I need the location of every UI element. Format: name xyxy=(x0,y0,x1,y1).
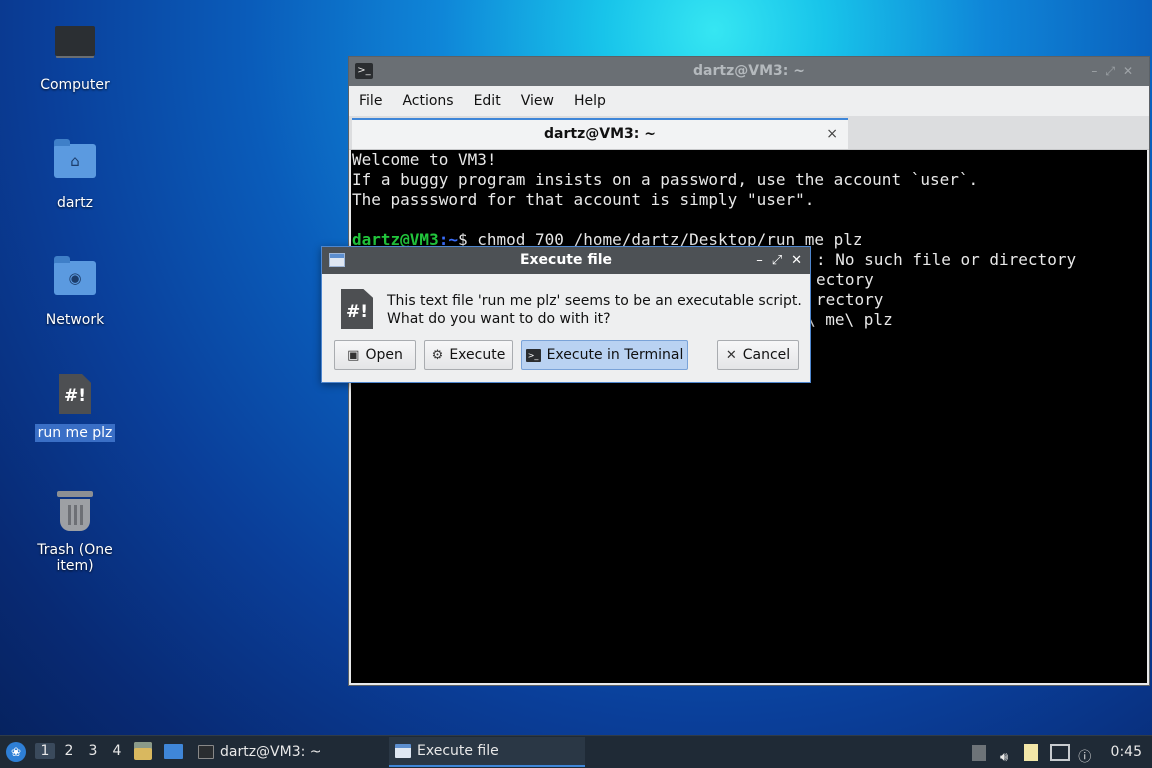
volume-icon[interactable]: 🔊︎ xyxy=(1000,750,1008,765)
terminal-titlebar[interactable]: >_ dartz@VM3: ~ –⤢✕ xyxy=(349,57,1149,86)
dialog-message: This text file 'run me plz' seems to be … xyxy=(387,292,802,328)
terminal-icon: >_ xyxy=(525,348,541,362)
window-title: dartz@VM3: ~ xyxy=(693,63,805,79)
menu-view[interactable]: View xyxy=(521,93,554,109)
desktop-icon-label: Network xyxy=(45,312,105,328)
taskbar: ❀ 1 2 3 4 dartz@VM3: ~ Execute file 🔊︎ ⓘ … xyxy=(0,735,1152,768)
menubar: File Actions Edit View Help xyxy=(349,86,1149,116)
open-button[interactable]: ▣ Open xyxy=(334,340,416,370)
desktop-icon-label: Computer xyxy=(40,77,110,93)
close-icon[interactable]: ✕ xyxy=(1123,64,1141,78)
workspace-1[interactable]: 1 xyxy=(35,743,55,759)
terminal-icon xyxy=(198,745,214,759)
terminal-line: The passsword for that account is simply… xyxy=(352,190,815,209)
dialog-message-line: What do you want to do with it? xyxy=(387,311,611,327)
desktop-icon-label: Trash (One item) xyxy=(37,542,113,574)
menu-actions[interactable]: Actions xyxy=(402,93,453,109)
task-label: dartz@VM3: ~ xyxy=(220,744,322,760)
network-icon[interactable] xyxy=(1050,744,1071,761)
clock[interactable]: 0:45 xyxy=(1111,744,1142,760)
terminal-tab[interactable]: dartz@VM3: ~ × xyxy=(352,118,848,149)
system-tray: 🔊︎ ⓘ xyxy=(972,744,1091,765)
menu-edit[interactable]: Edit xyxy=(474,93,501,109)
workspace-3[interactable]: 3 xyxy=(83,743,103,759)
tab-title: dartz@VM3: ~ xyxy=(544,126,656,142)
home-folder-icon: ⌂ xyxy=(53,139,97,188)
dialog-message-line: This text file 'run me plz' seems to be … xyxy=(387,293,802,309)
desktop-icon-dartz[interactable]: ⌂ dartz xyxy=(15,138,135,212)
dialog-title: Execute file xyxy=(519,252,613,268)
open-icon: ▣ xyxy=(347,347,360,363)
execute-file-dialog: Execute file – ⤢ ✕ #! This text file 'run … xyxy=(321,246,811,383)
execute-in-terminal-button[interactable]: >_ Execute in Terminal xyxy=(521,340,688,370)
minimize-icon[interactable]: – xyxy=(1091,64,1105,78)
clipboard-icon[interactable] xyxy=(1024,744,1039,761)
gears-icon: ⚙ xyxy=(431,347,444,363)
script-file-icon: #! xyxy=(53,374,97,418)
cancel-button[interactable]: ✕ Cancel xyxy=(717,340,799,370)
terminal-output[interactable]: Welcome to VM3! If a buggy program insist… xyxy=(351,150,1147,683)
tray-arrow-icon[interactable] xyxy=(972,745,986,761)
tab-close-icon[interactable]: × xyxy=(826,120,838,148)
task-terminal[interactable]: dartz@VM3: ~ xyxy=(192,737,382,767)
window-icon xyxy=(395,744,411,758)
desktop-icon-label: run me plz xyxy=(34,424,116,442)
task-execute-file[interactable]: Execute file xyxy=(389,737,585,767)
terminal-line: Welcome to VM3! xyxy=(352,150,497,169)
computer-icon xyxy=(53,26,97,70)
desktop-icon-run-me-plz[interactable]: #! run me plz xyxy=(15,372,135,442)
notification-icon[interactable]: ⓘ xyxy=(1078,750,1091,765)
close-icon[interactable]: ✕ xyxy=(791,253,802,268)
trash-icon xyxy=(53,491,97,535)
task-label: Execute file xyxy=(417,743,499,759)
workspace-2[interactable]: 2 xyxy=(59,743,79,759)
maximize-icon[interactable]: ⤢ xyxy=(1105,64,1123,78)
cancel-icon: ✕ xyxy=(725,347,737,363)
minimize-icon[interactable]: – xyxy=(756,253,763,268)
menu-file[interactable]: File xyxy=(359,93,382,109)
file-manager-icon[interactable] xyxy=(134,742,152,760)
menu-help[interactable]: Help xyxy=(574,93,606,109)
start-menu-icon[interactable]: ❀ xyxy=(6,742,26,762)
execute-button[interactable]: ⚙ Execute xyxy=(424,340,513,370)
desktop-icon-label: dartz xyxy=(56,195,94,211)
dialog-titlebar[interactable]: Execute file – ⤢ ✕ xyxy=(322,247,810,274)
desktop-icon-computer[interactable]: Computer xyxy=(15,22,135,94)
workspace-4[interactable]: 4 xyxy=(107,743,127,759)
script-file-icon: #! xyxy=(341,289,373,329)
desktop-icon-network[interactable]: ◉ Network xyxy=(15,255,135,329)
terminal-line: If a buggy program insists on a password… xyxy=(352,170,979,189)
desktop-icon-trash[interactable]: Trash (One item) xyxy=(15,489,135,575)
maximize-icon[interactable]: ⤢ xyxy=(772,253,782,268)
show-desktop-icon[interactable] xyxy=(164,744,183,759)
network-folder-icon: ◉ xyxy=(53,256,97,305)
tab-bar: dartz@VM3: ~ × xyxy=(349,116,1149,150)
